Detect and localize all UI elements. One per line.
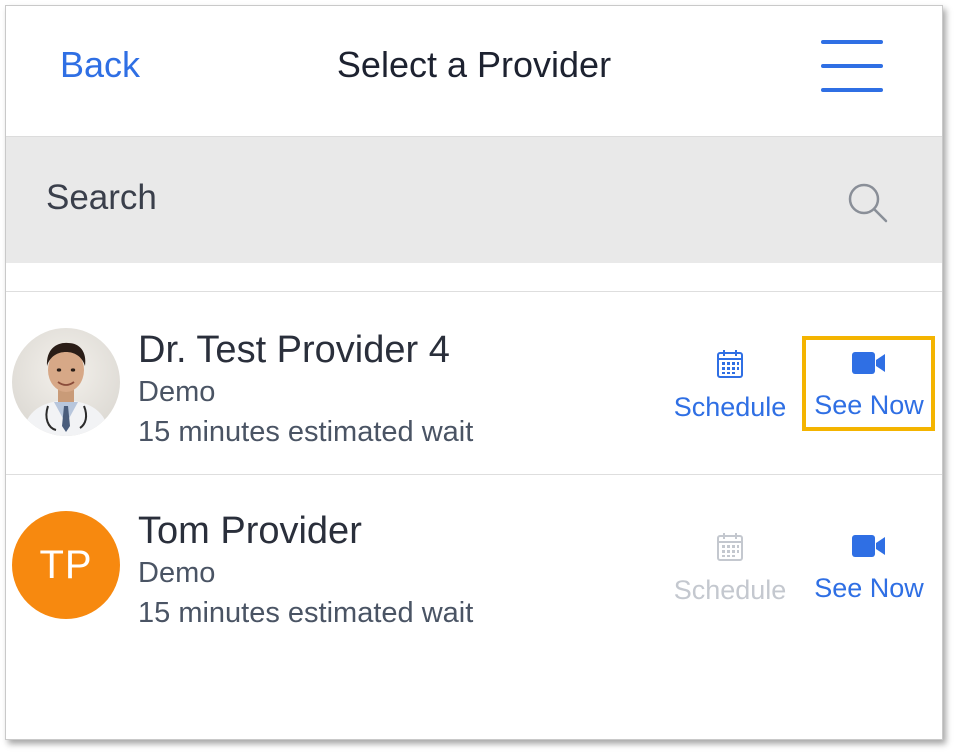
schedule-button-disabled: Schedule [668, 531, 792, 606]
page-title: Select a Provider [336, 44, 612, 85]
see-now-label: See Now [814, 390, 924, 420]
search-icon[interactable] [846, 181, 890, 225]
schedule-label: Schedule [673, 392, 787, 422]
nav-header: Back Select a Provider [6, 6, 942, 137]
provider-avatar [12, 328, 120, 436]
provider-practice: Demo [138, 557, 216, 589]
app-window: Back Select a Provider Search Dr. Test P… [5, 5, 943, 740]
provider-wait: 15 minutes estimated wait [138, 597, 474, 629]
calendar-icon [717, 533, 743, 561]
provider-photo [12, 328, 120, 436]
provider-name: Dr. Test Provider 4 [138, 329, 450, 371]
hamburger-menu-icon[interactable] [821, 40, 883, 92]
video-camera-icon [852, 352, 885, 374]
provider-name: Tom Provider [138, 510, 362, 552]
schedule-label: Schedule [673, 575, 787, 605]
see-now-button[interactable]: See Now [806, 350, 932, 421]
provider-info: Tom Provider Demo 15 minutes estimated w… [138, 509, 473, 633]
provider-row[interactable]: TP Tom Provider Demo 15 minutes estimate… [6, 475, 942, 657]
provider-info: Dr. Test Provider 4 Demo 15 minutes esti… [138, 328, 473, 452]
see-now-label: See Now [814, 573, 924, 603]
search-input[interactable] [46, 173, 806, 223]
provider-row[interactable]: Dr. Test Provider 4 Demo 15 minutes esti… [6, 292, 942, 475]
video-camera-icon [852, 535, 885, 557]
provider-avatar-initials: TP [12, 511, 120, 619]
schedule-button[interactable]: Schedule [668, 348, 792, 423]
calendar-icon [717, 350, 743, 378]
provider-wait: 15 minutes estimated wait [138, 416, 474, 448]
search-bar [6, 137, 942, 263]
see-now-button[interactable]: See Now [806, 533, 932, 604]
provider-practice: Demo [138, 376, 216, 408]
